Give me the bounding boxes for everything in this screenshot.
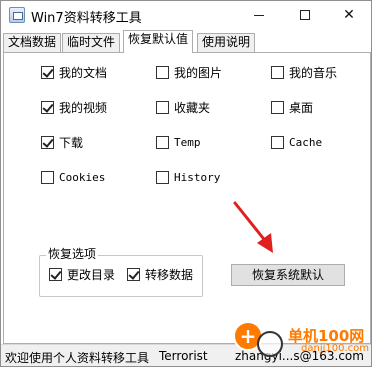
maximize-icon [300,10,310,20]
app-window: Win7资料转移工具 ✕ 文档数据 临时文件 恢复默认值 使用说明 我的文档 我… [0,0,372,367]
close-button[interactable]: ✕ [327,1,371,30]
checkbox-label: Cookies [59,171,106,184]
tab-temp-files[interactable]: 临时文件 [62,33,121,52]
checkbox-box[interactable] [271,136,284,149]
checkbox-box[interactable] [41,66,54,79]
checkbox-label: 我的图片 [174,66,223,80]
restore-options-title: 恢复选项 [46,247,99,262]
checkbox-box[interactable] [156,66,169,79]
close-icon: ✕ [343,7,355,23]
minimize-icon [254,14,264,16]
red-arrow-annotation [233,201,273,253]
checkbox-box[interactable] [156,136,169,149]
checkbox-label: 下载 [59,136,84,150]
app-icon [9,7,25,23]
window-title: Win7资料转移工具 [31,11,142,26]
tab-restore-defaults[interactable]: 恢复默认值 [123,30,194,53]
restore-system-default-button[interactable]: 恢复系统默认 [231,264,345,286]
checkbox-box[interactable] [156,171,169,184]
restore-defaults-panel [3,52,371,344]
tab-bar: 文档数据 临时文件 恢复默认值 使用说明 [1,30,371,53]
maximize-button[interactable] [283,1,327,30]
checkbox-box[interactable] [271,101,284,114]
checkbox-box[interactable] [41,171,54,184]
tab-document-data[interactable]: 文档数据 [3,33,62,52]
checkbox-label: 我的文档 [59,66,108,80]
checkbox-label: 我的视频 [59,101,108,115]
checkbox-label: History [174,171,221,184]
watermark-circle-icon [257,331,283,357]
checkbox-box[interactable] [41,101,54,114]
watermark-url: danji100.com [301,343,369,354]
status-author: Terrorist [159,349,208,363]
checkbox-box[interactable] [41,136,54,149]
checkbox-label: 收藏夹 [174,101,211,115]
status-welcome: 欢迎使用个人资料转移工具 [5,351,150,365]
checkbox-box[interactable] [271,66,284,79]
checkbox-label: 更改目录 [67,268,116,282]
checkbox-label: Cache [289,136,323,149]
minimize-button[interactable] [237,1,281,30]
checkbox-box[interactable] [127,268,140,281]
checkbox-box[interactable] [49,268,62,281]
checkbox-box[interactable] [156,101,169,114]
checkbox-label: 转移数据 [145,268,194,282]
tab-instructions[interactable]: 使用说明 [197,33,256,52]
checkbox-label: 我的音乐 [289,66,338,80]
title-bar: Win7资料转移工具 ✕ [1,1,371,30]
checkbox-label: Temp [174,136,201,149]
checkbox-label: 桌面 [289,101,314,115]
